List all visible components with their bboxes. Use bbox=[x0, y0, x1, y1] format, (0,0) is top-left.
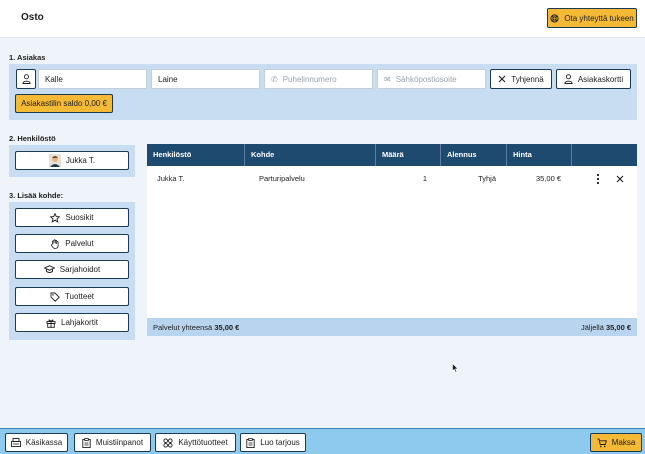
remaining-total: Jäljellä 35,00 € bbox=[581, 323, 631, 332]
services-total-value: 35,00 € bbox=[214, 323, 240, 332]
remaining-label: Jäljellä bbox=[580, 323, 604, 332]
services-label: Palvelut bbox=[65, 239, 94, 248]
column-header-price: Hinta bbox=[507, 144, 572, 166]
notes-label: Muistiinpanot bbox=[95, 438, 144, 447]
support-icon bbox=[550, 13, 559, 23]
phone-placeholder: Puhelinnumero bbox=[282, 74, 337, 84]
graduation-cap-icon bbox=[43, 265, 55, 273]
page-title: Osto bbox=[21, 12, 44, 23]
account-balance-label: Asiakastilin saldo 0,00 € bbox=[21, 99, 107, 108]
row-discount[interactable]: Tyhjä bbox=[441, 166, 496, 192]
cash-register-icon bbox=[10, 438, 21, 447]
grid-icon bbox=[163, 437, 173, 448]
series-treatments-button[interactable]: Sarjahoidot bbox=[15, 260, 129, 279]
first-name-value: Kalle bbox=[45, 74, 63, 84]
services-button[interactable]: Palvelut bbox=[15, 234, 129, 253]
clipboard-icon bbox=[82, 437, 91, 448]
tag-icon bbox=[50, 292, 60, 302]
clipboard-icon bbox=[246, 437, 255, 448]
account-balance-button[interactable]: Asiakastilin saldo 0,00 € bbox=[15, 94, 113, 113]
create-offer-label: Luo tarjous bbox=[260, 438, 300, 447]
table-footer: Palvelut yhteensä 35,00 € Jäljellä 35,00… bbox=[147, 318, 637, 336]
column-header-discount: Alennus bbox=[441, 144, 507, 166]
email-field[interactable]: ✉ Sähköpostiosoite bbox=[377, 69, 486, 89]
row-staff: Jukka T. bbox=[157, 174, 185, 183]
gift-cards-button[interactable]: Lahjakortit bbox=[15, 313, 129, 332]
customer-panel: Kalle Laine ✆ Puhelinnumero ✉ Sähköposti… bbox=[9, 64, 637, 120]
table-header: Henkilöstö Kohde Määrä Alennus Hinta bbox=[147, 144, 637, 166]
gift-cards-label: Lahjakortit bbox=[61, 318, 98, 327]
products-label: Tuotteet bbox=[64, 292, 95, 301]
mouse-cursor-icon bbox=[452, 362, 459, 375]
create-offer-button[interactable]: Luo tarjous bbox=[240, 433, 306, 452]
pay-button[interactable]: Maksa bbox=[590, 433, 642, 452]
top-bar: Osto Ota yhteyttä tukeen bbox=[0, 0, 645, 38]
star-icon bbox=[50, 212, 61, 223]
row-item: Parturipalvelu bbox=[259, 174, 305, 183]
phone-icon: ✆ bbox=[271, 74, 278, 84]
notes-button[interactable]: Muistiinpanot bbox=[74, 433, 151, 452]
last-name-field[interactable]: Laine bbox=[151, 69, 260, 89]
gift-icon bbox=[46, 319, 56, 328]
person-icon bbox=[21, 74, 31, 84]
close-icon bbox=[498, 75, 506, 83]
products-button[interactable]: Tuotteet bbox=[15, 287, 129, 306]
column-header-actions bbox=[572, 144, 637, 166]
services-total: Palvelut yhteensä 35,00 € bbox=[153, 323, 239, 332]
person-icon bbox=[564, 74, 573, 84]
row-quantity[interactable]: 1 bbox=[376, 166, 427, 192]
favorites-button[interactable]: Suosikit bbox=[15, 208, 129, 227]
staff-select-button[interactable]: Jukka T. bbox=[15, 151, 129, 170]
column-header-quantity: Määrä bbox=[376, 144, 441, 166]
contact-support-button[interactable]: Ota yhteyttä tukeen bbox=[547, 8, 637, 28]
remaining-value: 35,00 € bbox=[605, 323, 631, 332]
supplies-label: Käyttötuotteet bbox=[178, 438, 228, 447]
supplies-button[interactable]: Käyttötuotteet bbox=[155, 433, 236, 452]
customer-type-button[interactable] bbox=[16, 69, 36, 89]
customer-card-button[interactable]: Asiakaskortti bbox=[556, 69, 631, 89]
cart-icon bbox=[597, 438, 607, 447]
hand-icon bbox=[51, 238, 59, 249]
clear-label: Tyhjennä bbox=[511, 74, 544, 84]
column-header-item: Kohde bbox=[245, 144, 376, 166]
clear-button[interactable]: Tyhjennä bbox=[490, 69, 552, 89]
customer-card-label: Asiakaskortti bbox=[577, 74, 624, 84]
customer-section-label: 1. Asiakas bbox=[9, 53, 46, 62]
staff-name: Jukka T. bbox=[65, 156, 96, 165]
phone-field[interactable]: ✆ Puhelinnumero bbox=[264, 69, 373, 89]
staff-section-label: 2. Henkilöstö bbox=[9, 134, 56, 143]
purchase-table: Henkilöstö Kohde Määrä Alennus Hinta Juk… bbox=[147, 144, 637, 336]
more-options-icon[interactable] bbox=[593, 173, 603, 185]
contact-support-label: Ota yhteyttä tukeen bbox=[564, 13, 634, 23]
email-placeholder: Sähköpostiosoite bbox=[395, 74, 457, 84]
remove-row-icon[interactable] bbox=[616, 175, 624, 183]
favorites-label: Suosikit bbox=[65, 213, 94, 222]
bottom-toolbar: Käsikassa Muistiinpanot Käyttötuotteet L… bbox=[0, 428, 645, 454]
pay-label: Maksa bbox=[611, 438, 636, 447]
table-row[interactable]: Jukka T. Parturipalvelu 1 Tyhjä 35,00 € bbox=[147, 166, 637, 192]
cash-register-button[interactable]: Käsikassa bbox=[5, 433, 68, 452]
series-treatments-label: Sarjahoidot bbox=[59, 265, 101, 274]
last-name-value: Laine bbox=[158, 74, 178, 84]
services-total-label: Palvelut yhteensä bbox=[153, 323, 213, 332]
email-icon: ✉ bbox=[384, 74, 391, 84]
add-item-section-label: 3. Lisää kohde: bbox=[9, 191, 64, 200]
first-name-field[interactable]: Kalle bbox=[38, 69, 147, 89]
row-price[interactable]: 35,00 € bbox=[507, 166, 561, 192]
column-header-staff: Henkilöstö bbox=[147, 144, 245, 166]
avatar bbox=[48, 154, 61, 167]
cash-register-label: Käsikassa bbox=[25, 438, 63, 447]
